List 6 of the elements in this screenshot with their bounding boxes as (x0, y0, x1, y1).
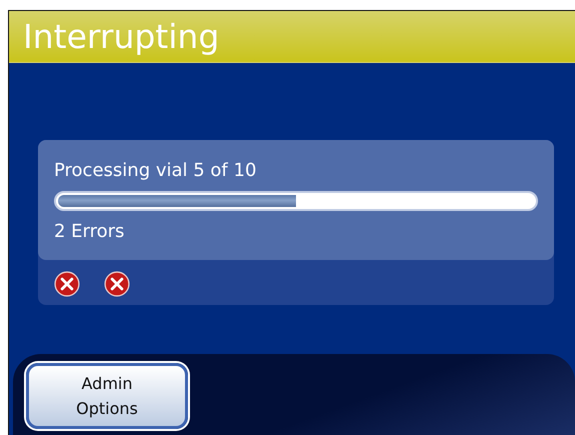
error-icon (104, 271, 130, 297)
error-icon (54, 271, 80, 297)
screen-title: Interrupting (23, 20, 220, 53)
error-count: 2 Errors (54, 220, 124, 244)
admin-options-button[interactable]: Admin Options (26, 363, 188, 429)
progress-label: Processing vial 5 of 10 (54, 159, 256, 183)
